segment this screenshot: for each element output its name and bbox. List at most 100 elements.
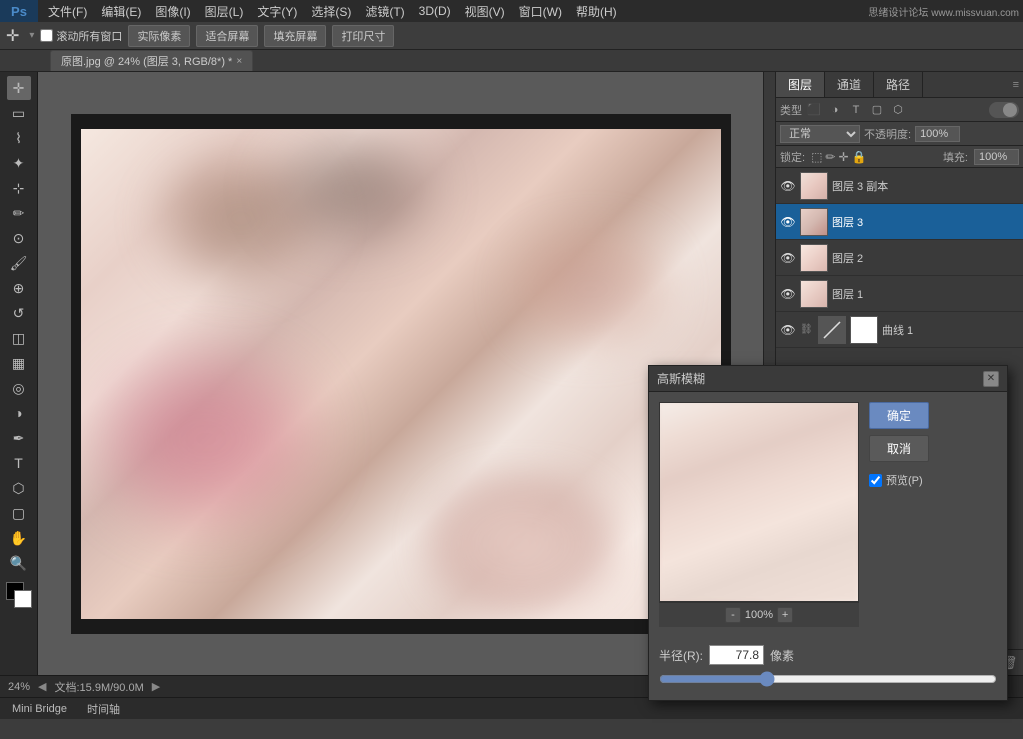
layer-item-1[interactable]: 👁 图层 1 [776,276,1023,312]
menu-select[interactable]: 选择(S) [305,1,357,22]
layer-visibility-2[interactable]: 👁 [780,250,796,266]
filter-shape-icon[interactable]: ▢ [868,101,886,119]
fill-input[interactable] [974,149,1019,165]
timeline-tab[interactable]: 时间轴 [83,699,124,719]
spot-heal-tool[interactable]: ⊙ [7,226,31,250]
layer-item-curves[interactable]: 👁 ⛓ 曲线 1 [776,312,1023,348]
lock-icons: ⬚ ✏ ✛ 🔒 [811,150,866,164]
lasso-tool[interactable]: ⌇ [7,126,31,150]
menu-text[interactable]: 文字(Y) [251,1,303,22]
layer-item-3copy[interactable]: 👁 图层 3 副本 [776,168,1023,204]
blend-mode-select[interactable]: 正常 [780,125,860,143]
status-arrow-right[interactable]: ▶ [152,680,160,693]
document-tab[interactable]: 原图.jpg @ 24% (图层 3, RGB/8*) * × [50,50,253,71]
status-zoom: 24% [8,681,30,693]
layer-visibility-1[interactable]: 👁 [780,286,796,302]
shape-tool[interactable]: ▢ [7,501,31,525]
zoom-percent: 100% [745,609,773,621]
layer-thumbnail-3copy [800,172,828,200]
lock-label: 锁定: [780,149,805,165]
radius-input[interactable] [709,645,764,665]
status-arrow-left[interactable]: ◀ [38,680,46,693]
foreground-color[interactable] [6,582,32,608]
filter-adjust-icon[interactable]: ◑ [826,101,844,119]
layer-item-2[interactable]: 👁 图层 2 [776,240,1023,276]
channels-tab[interactable]: 通道 [825,72,874,97]
menu-view[interactable]: 视图(V) [459,1,511,22]
lock-all-icon[interactable]: 🔒 [852,150,867,164]
magic-wand-tool[interactable]: ✦ [7,151,31,175]
layer-item-3[interactable]: 👁 图层 3 [776,204,1023,240]
canvas-image [81,129,721,619]
menu-edit[interactable]: 编辑(E) [95,1,147,22]
preview-checkbox-container[interactable]: 预览(P) [869,472,929,488]
opacity-input[interactable] [915,126,960,142]
blur-tool[interactable]: ◎ [7,376,31,400]
panel-menu-icon[interactable]: ≡ [1013,79,1019,91]
mini-bridge-tab[interactable]: Mini Bridge [8,701,71,717]
hand-tool[interactable]: ✋ [7,526,31,550]
radius-slider[interactable] [659,671,997,687]
filter-smart-icon[interactable]: ⬡ [889,101,907,119]
dialog-title: 高斯模糊 [657,370,705,387]
zoom-out-btn[interactable]: - [725,607,741,623]
menu-help[interactable]: 帮助(H) [570,1,623,22]
radius-row: 半径(R): 像素 [649,637,1007,669]
image-blob-2 [261,129,441,249]
preview-checkbox[interactable] [869,474,882,487]
eraser-tool[interactable]: ◫ [7,326,31,350]
dialog-close-button[interactable]: ✕ [983,371,999,387]
layer-visibility-3[interactable]: 👁 [780,214,796,230]
scroll-all-checkbox[interactable]: 滚动所有窗口 [40,28,122,44]
paths-tab[interactable]: 路径 [874,72,923,97]
gradient-tool[interactable]: ▦ [7,351,31,375]
doc-tab-close[interactable]: × [236,56,242,67]
move-tool-icon[interactable]: ✛ [6,26,19,46]
dialog-body: - 100% + 确定 取消 预览(P) [649,392,1007,637]
filter-label: 类型 [780,102,802,118]
filter-text-icon[interactable]: T [847,101,865,119]
layer-visibility-curves[interactable]: 👁 [780,322,796,338]
dodge-tool[interactable]: ◑ [7,401,31,425]
actual-pixels-button[interactable]: 实际像素 [128,25,190,47]
filter-toggle[interactable] [989,102,1019,118]
lock-paint-icon[interactable]: ✏ [825,150,835,164]
history-brush-tool[interactable]: ↺ [7,301,31,325]
eyedropper-tool[interactable]: ✏ [7,201,31,225]
menu-file[interactable]: 文件(F) [42,1,93,22]
menu-image[interactable]: 图像(I) [149,1,196,22]
image-blob-4 [421,469,621,619]
layers-tab[interactable]: 图层 [776,72,825,97]
gaussian-preview[interactable] [659,402,859,602]
text-tool[interactable]: T [7,451,31,475]
lock-transparent-icon[interactable]: ⬚ [811,150,822,164]
pen-tool[interactable]: ✒ [7,426,31,450]
menu-layer[interactable]: 图层(L) [199,1,250,22]
app-logo-text: Ps [11,4,27,19]
selection-tool[interactable]: ▭ [7,101,31,125]
zoom-in-btn[interactable]: + [777,607,793,623]
gaussian-blur-dialog: 高斯模糊 ✕ - 100% + 确定 取消 预览(P) 半径(R): 像素 [648,365,1008,701]
dialog-ok-button[interactable]: 确定 [869,402,929,429]
lock-move-icon[interactable]: ✛ [838,150,848,164]
filter-pixel-icon[interactable]: ⬛ [805,101,823,119]
menu-filter[interactable]: 滤镜(T) [359,1,410,22]
layer-name-3copy: 图层 3 副本 [832,178,1019,194]
fit-screen-button[interactable]: 适合屏幕 [196,25,258,47]
print-size-button[interactable]: 打印尺寸 [332,25,394,47]
path-tool[interactable]: ⬡ [7,476,31,500]
left-tools-panel: ✛ ▭ ⌇ ✦ ⊹ ✏ ⊙ 🖌 ⊕ ↺ ◫ ▦ ◎ ◑ ✒ T ⬡ ▢ ✋ 🔍 [0,72,38,675]
menu-window[interactable]: 窗口(W) [513,1,568,22]
menu-3d[interactable]: 3D(D) [413,2,457,20]
brush-tool[interactable]: 🖌 [7,251,31,275]
layer-name-3: 图层 3 [832,214,1019,230]
move-tool[interactable]: ✛ [7,76,31,100]
zoom-tool[interactable]: 🔍 [7,551,31,575]
layer-visibility-3copy[interactable]: 👁 [780,178,796,194]
dialog-cancel-button[interactable]: 取消 [869,435,929,462]
clone-tool[interactable]: ⊕ [7,276,31,300]
dialog-titlebar[interactable]: 高斯模糊 ✕ [649,366,1007,392]
crop-tool[interactable]: ⊹ [7,176,31,200]
fill-screen-button[interactable]: 填充屏幕 [264,25,326,47]
scroll-all-input[interactable] [40,29,53,42]
